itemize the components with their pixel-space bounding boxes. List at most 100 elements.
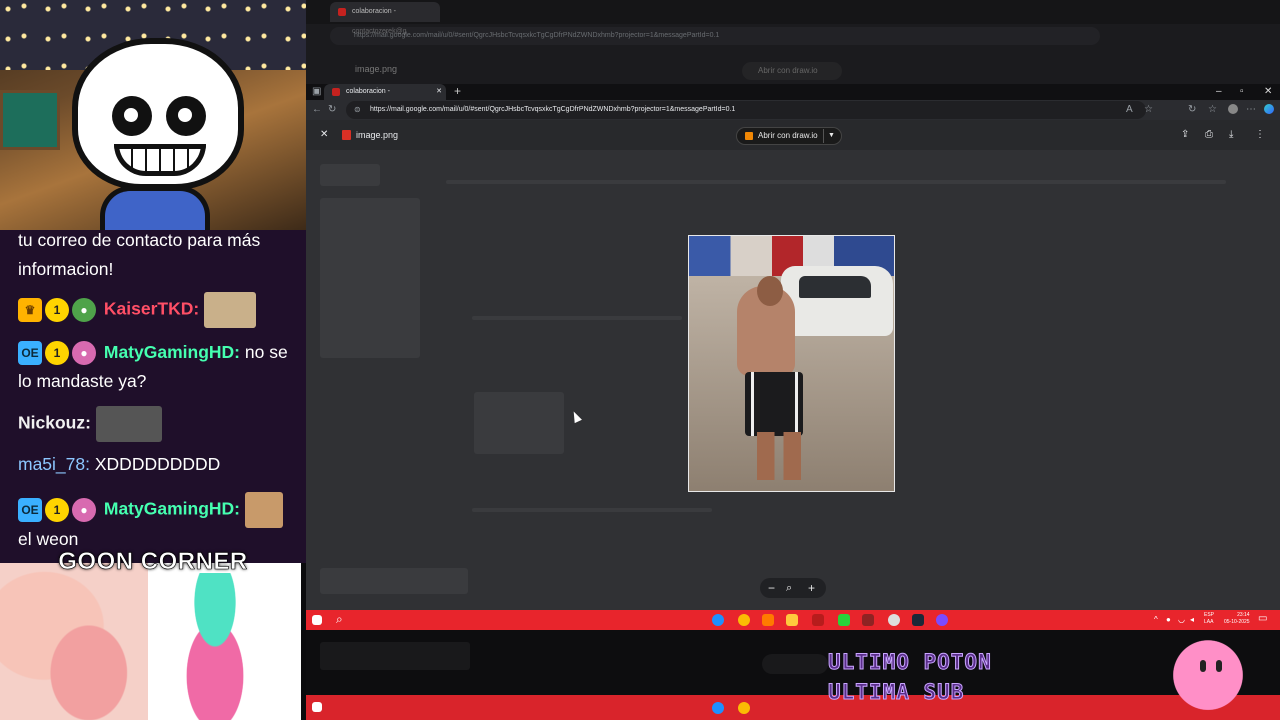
sub-badge: 1 <box>45 498 69 522</box>
zoom-controls-ghost <box>762 654 828 674</box>
site-info-icon[interactable]: ⊜ <box>354 101 361 119</box>
zoom-in-button[interactable]: + <box>808 578 815 598</box>
kirby-eye <box>1216 660 1222 672</box>
photo-car <box>781 266 893 336</box>
kirby-sticker <box>1172 640 1262 718</box>
menu-dots-icon[interactable]: ⋯ <box>1246 105 1256 115</box>
drawio-icon <box>745 132 753 140</box>
zoom-fit-icon[interactable]: ⌕ <box>786 578 792 598</box>
image-file-icon <box>342 130 351 140</box>
tab-list-icon[interactable]: ▣ <box>312 87 321 97</box>
avatar-hoodie <box>100 186 210 230</box>
frog-badge-icon: ● <box>72 341 96 366</box>
tray-chevron-icon[interactable]: ^ <box>1154 615 1158 625</box>
promo-text-line-2: ULTIMA SUB <box>827 680 965 705</box>
promo-text-line-1: ULTIMO POTON <box>828 650 992 675</box>
maximize-button[interactable]: ▫ <box>1240 87 1244 97</box>
mic-icon[interactable]: ● <box>1166 615 1171 625</box>
minimize-button[interactable]: – <box>1216 87 1222 97</box>
zoom-out-button[interactable]: − <box>768 578 775 598</box>
gmail-icon <box>338 8 346 16</box>
avatar-smile <box>114 144 206 176</box>
address-bar[interactable]: ⊜ https://mail.google.com/mail/u/0/#sent… <box>346 101 1146 119</box>
chat-username[interactable]: KaiserTKD: <box>104 299 199 319</box>
background-file-name: image.png <box>355 64 398 74</box>
notifications-icon[interactable]: ▭ <box>1258 614 1267 624</box>
close-window-button[interactable]: ✕ <box>1264 87 1272 97</box>
more-options-icon[interactable]: ⋮ <box>1255 130 1265 140</box>
edge-icon <box>712 702 724 714</box>
app-icon[interactable] <box>812 614 824 626</box>
windows-start-icon[interactable] <box>312 615 322 625</box>
tab-strip: ▣ colaboracion - contactozerek@g ✕ + – ▫… <box>306 84 1280 111</box>
tab-active[interactable]: colaboracion - contactozerek@g ✕ <box>324 84 446 111</box>
background-url-bar: https://mail.google.com/mail/u/0/#sent/Q… <box>330 27 1100 45</box>
app-icon[interactable] <box>936 614 948 626</box>
chat-message: ma5i_78: XDDDDDDDDD <box>18 454 221 474</box>
wifi-icon[interactable]: ◡ <box>1178 615 1185 625</box>
stream-chat: tu correo de contacto para más informaci… <box>0 230 306 563</box>
oe-badge: OE <box>18 341 42 366</box>
new-tab-button[interactable]: + <box>454 85 461 97</box>
app-icon[interactable] <box>862 614 874 626</box>
add-to-drive-icon[interactable]: ⇪ <box>1181 130 1189 140</box>
browser-toolbar: ← ↻ ⊜ https://mail.google.com/mail/u/0/#… <box>306 100 1280 120</box>
split-divider <box>823 129 824 143</box>
chrome-icon[interactable] <box>738 614 750 626</box>
chat-username[interactable]: Nickouz: <box>18 413 91 433</box>
background-tab-strip: colaboracion - contactozerek@g <box>306 0 1280 35</box>
file-name: image.png <box>356 130 399 140</box>
clock[interactable]: 23:14 05-10-2025 <box>1224 612 1250 626</box>
print-icon[interactable]: ⎙ <box>1205 130 1213 140</box>
open-with-drawio-button[interactable]: Abrir con draw.io ▼ <box>736 127 842 145</box>
chat-username[interactable]: ma5i_78: <box>18 454 90 474</box>
photo-person-head <box>757 276 783 306</box>
app-icon[interactable] <box>838 614 850 626</box>
avatar-eye <box>166 96 206 136</box>
read-aloud-icon[interactable]: A <box>1126 105 1133 115</box>
photo-person-legs <box>757 432 801 480</box>
search-icon[interactable]: ⌕ <box>336 613 343 625</box>
close-viewer-button[interactable]: ✕ <box>320 130 328 140</box>
volume-icon[interactable]: ◂ <box>1190 615 1194 625</box>
profile-avatar[interactable] <box>1228 104 1238 114</box>
reload-icon[interactable]: ↻ <box>328 105 336 115</box>
chat-message: tu correo de contacto para más informaci… <box>18 230 261 279</box>
sub-badge: 1 <box>45 298 69 322</box>
sans-skull-avatar <box>72 38 244 190</box>
steam-icon[interactable] <box>912 614 924 626</box>
refresh-extension-icon[interactable]: ↻ <box>1188 105 1196 115</box>
image-emote <box>95 406 162 442</box>
chat-message: ♛ 1 ● KaiserTKD: <box>18 292 302 328</box>
oe-badge: OE <box>18 498 42 522</box>
face-emote <box>244 492 283 528</box>
chat-username[interactable]: MatyGamingHD: <box>104 342 240 362</box>
anime-art-right <box>160 573 270 720</box>
bookmark-star-icon[interactable]: ☆ <box>1144 105 1153 115</box>
minecraft-aquarium <box>0 90 60 150</box>
duplicate-taskbar <box>306 695 1280 720</box>
chrome-icon <box>738 702 750 714</box>
edge-icon[interactable] <box>712 614 724 626</box>
download-icon[interactable]: ⤓ <box>1229 130 1233 140</box>
compose-button-ghost <box>320 164 380 186</box>
frog-badge-icon: ● <box>72 498 96 522</box>
app-icon[interactable] <box>762 614 774 626</box>
settings-gear-icon[interactable] <box>888 614 900 626</box>
back-arrow-icon[interactable]: ← <box>312 105 322 115</box>
frog-badge-icon: ● <box>72 298 96 322</box>
file-explorer-icon[interactable] <box>786 614 798 626</box>
favorites-icon[interactable]: ☆ <box>1208 105 1217 115</box>
language-indicator[interactable]: ESP LAA <box>1204 612 1214 626</box>
tab-close-icon[interactable]: ✕ <box>436 84 442 100</box>
chevron-down-icon[interactable]: ▼ <box>828 128 835 144</box>
zoom-controls: − ⌕ + <box>760 578 826 598</box>
gmail-divider-ghost <box>446 180 1226 184</box>
sub-badge: 1 <box>45 341 69 366</box>
copilot-icon[interactable] <box>1264 104 1274 114</box>
kirby-eye <box>1200 660 1206 672</box>
reply-box-ghost <box>320 568 468 594</box>
anime-art-left <box>0 563 148 720</box>
chat-username[interactable]: MatyGamingHD: <box>104 499 240 519</box>
background-tab: colaboracion - contactozerek@g <box>330 2 440 35</box>
